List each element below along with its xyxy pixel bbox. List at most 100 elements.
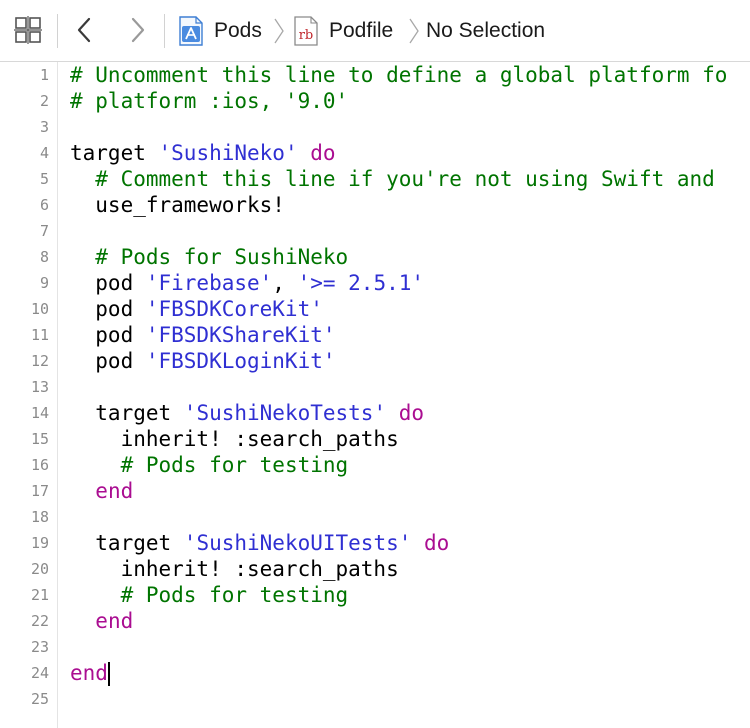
breadcrumb-chevron-icon [272,17,286,50]
code-line[interactable]: # platform :ios, '9.0' [70,88,348,114]
breadcrumb-label: No Selection [426,19,546,42]
ruby-file-icon: rb [293,16,319,46]
code-token-keyword: do [310,141,336,165]
code-line[interactable]: inherit! :search_paths [70,426,399,452]
code-token-keyword: end [95,609,134,633]
code-token-plain: use_frameworks! [70,193,285,217]
code-line[interactable]: end [70,660,110,686]
ruby-file-icon-text: rb [299,28,314,43]
line-number: 3 [39,118,49,136]
code-line[interactable]: end [70,478,133,504]
code-line[interactable]: # Pods for testing [70,452,349,478]
code-line[interactable]: pod 'FBSDKLoginKit' [70,348,336,374]
line-number: 22 [30,612,49,630]
chevron-right-icon [128,16,148,49]
code-token-string: 'FBSDKLoginKit' [145,349,336,373]
jump-bar: Pods rb Podfile No Selection [0,0,750,62]
line-number: 21 [30,586,49,604]
line-number: 8 [39,248,49,266]
line-number: 11 [30,326,49,344]
code-token-string: '>= 2.5.1' [297,271,425,295]
text-cursor [107,662,110,686]
xcode-project-icon [178,16,204,46]
line-number: 14 [30,404,49,422]
chevron-left-icon [74,16,94,49]
forward-button[interactable] [122,16,154,48]
line-number: 23 [30,638,49,656]
related-items-button[interactable] [12,15,44,49]
code-token-comment: # Pods for testing [120,583,349,607]
breadcrumb-chevron-icon [407,17,421,50]
code-token-plain: target [70,401,184,425]
code-line[interactable]: # Uncomment this line to define a global… [70,62,727,88]
line-number: 1 [39,66,49,84]
code-token-comment: # Uncomment this line to define a global… [70,63,728,87]
line-number: 18 [30,508,49,526]
line-number: 19 [30,534,49,552]
breadcrumb-podfile[interactable]: rb Podfile [293,0,393,62]
line-number: 24 [30,664,49,682]
code-token-comment: # Comment this line if you're not using … [95,167,715,191]
code-line[interactable]: end [70,608,133,634]
code-token-plain: inherit! :search_paths [70,557,399,581]
code-area[interactable]: # Uncomment this line to define a global… [70,62,750,728]
code-token-string: 'SushiNeko' [158,141,298,165]
code-line[interactable]: pod 'Firebase', '>= 2.5.1' [70,270,424,296]
code-token-plain: target [70,141,159,165]
line-number: 13 [30,378,49,396]
code-line[interactable]: # Pods for testing [70,582,349,608]
code-token-plain: pod [70,271,146,295]
code-line[interactable]: target 'SushiNeko' do [70,140,336,166]
breadcrumb-label: Podfile [329,19,394,42]
line-number: 7 [39,222,49,240]
line-number: 5 [39,170,49,188]
code-token-plain: pod [70,349,146,373]
code-token-keyword: end [95,479,134,503]
code-token-keyword: end [70,661,108,685]
code-line[interactable]: use_frameworks! [70,192,285,218]
code-token-comment: # platform :ios, '9.0' [70,89,349,113]
code-line[interactable]: pod 'FBSDKCoreKit' [70,296,323,322]
line-number: 2 [39,92,49,110]
toolbar-divider [57,14,58,48]
code-line[interactable]: # Pods for SushiNeko [70,244,348,270]
code-token-plain: , [272,271,298,295]
code-token-keyword: do [398,401,425,425]
code-token-plain: inherit! :search_paths [70,427,399,451]
line-number: 9 [39,274,49,292]
code-line[interactable]: target 'SushiNekoTests' do [70,400,424,426]
toolbar-divider [164,14,165,48]
line-number: 16 [30,456,49,474]
code-line[interactable]: inherit! :search_paths [70,556,399,582]
source-editor[interactable]: 1 2 3 4 5 6 7 8 9 10 11 12 13 14 15 16 17 18 19 20 21 22 23 24 2… [0,62,750,728]
code-token-keyword: do [424,531,450,555]
code-line[interactable]: target 'SushiNekoUITests' do [70,530,449,556]
code-token-string: 'FBSDKCoreKit' [145,297,323,321]
code-token-plain: pod [70,297,146,321]
line-number: 17 [30,482,49,500]
code-token-comment: # Pods for SushiNeko [95,245,349,269]
breadcrumb-label: Pods [214,19,262,42]
code-line[interactable]: # Comment this line if you're not using … [70,166,715,192]
breadcrumb-pods[interactable]: Pods [178,0,262,62]
related-items-grid-icon [14,15,42,49]
line-number: 10 [30,300,49,318]
code-line[interactable]: pod 'FBSDKShareKit' [70,322,336,348]
back-button[interactable] [68,16,100,48]
code-token-string: 'SushiNekoUITests' [183,531,412,555]
line-number: 15 [30,430,49,448]
code-token-plain: pod [70,323,146,347]
code-token-string: 'Firebase' [145,271,273,295]
line-number: 20 [30,560,49,578]
code-token-string: 'FBSDKShareKit' [145,323,336,347]
breadcrumb-no-selection[interactable]: No Selection [426,0,545,62]
line-number: 12 [30,352,49,370]
